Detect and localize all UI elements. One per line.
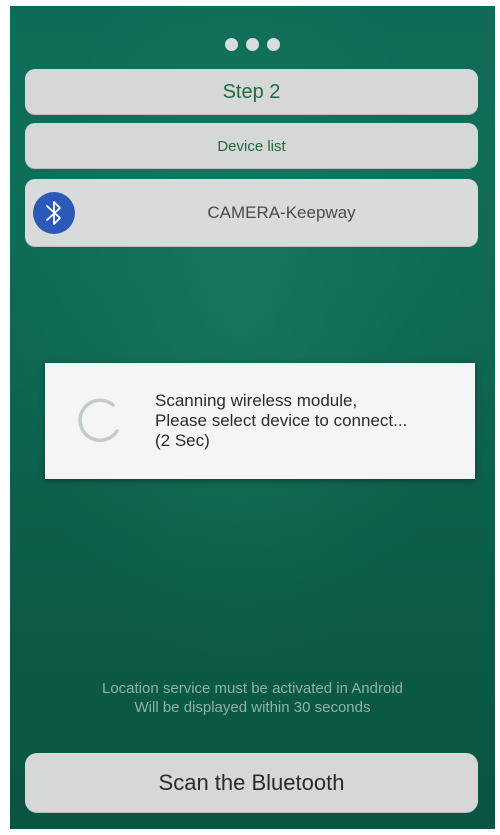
- page-indicator-dot: [246, 38, 259, 51]
- display-notice: Will be displayed within 30 seconds: [134, 699, 371, 716]
- device-list-item[interactable]: CAMERA-Keepway: [25, 179, 478, 247]
- step-title: Step 2: [222, 80, 281, 103]
- device-list-header: Device list: [25, 123, 478, 169]
- dialog-message: Scanning wireless module, Please select …: [155, 391, 465, 451]
- dialog-line-2: Please select device to connect...: [155, 411, 408, 430]
- app-screen: Step 2 Device list CAMERA-Keepway Scanni…: [10, 6, 495, 829]
- page-indicator-dot: [267, 38, 281, 51]
- page-indicator-dot: [224, 38, 238, 51]
- scan-bluetooth-button[interactable]: Scan the Bluetooth: [25, 753, 478, 813]
- loading-spinner-icon: [73, 393, 125, 445]
- dialog-line-3: (2 Sec): [155, 431, 210, 450]
- bluetooth-icon: [33, 192, 75, 234]
- step-title-bar: Step 2: [25, 69, 478, 115]
- page-indicator: [10, 38, 495, 52]
- scanning-dialog: Scanning wireless module, Please select …: [45, 363, 475, 479]
- device-list-label: Device list: [217, 137, 286, 155]
- location-notice: Location service must be activated in An…: [101, 680, 403, 697]
- device-name: CAMERA-Keepway: [207, 203, 356, 222]
- scan-bluetooth-label: Scan the Bluetooth: [158, 770, 345, 795]
- dialog-line-1: Scanning wireless module,: [155, 391, 358, 410]
